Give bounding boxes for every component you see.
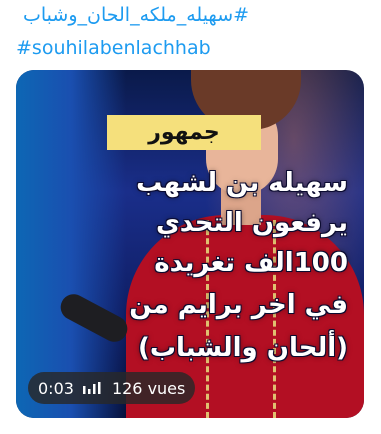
caption-line-4: في اخر برايم من	[129, 290, 348, 320]
video-time: 0:03	[38, 378, 74, 398]
hashtag-souhilabenlachhab[interactable]: #souhilabenlachhab	[16, 37, 211, 59]
caption-line-2: يرفعون التحدي	[155, 208, 348, 238]
caption-line-3: 100الف تغريدة	[154, 248, 348, 278]
video-player[interactable]: جمهور سهيله بن لشهب يرفعون التحدي 100الف…	[16, 70, 364, 418]
audio-wave-icon[interactable]	[82, 380, 104, 396]
caption-line-5: (ألحان والشباب)	[138, 333, 348, 363]
video-controls[interactable]: 0:03 126 vues	[28, 372, 196, 404]
view-count: 126 vues	[111, 378, 186, 398]
overlay-label: جمهور	[107, 115, 261, 150]
hashtag-arabic[interactable]: #سهيله_ملكه_الحان_وشباب	[23, 4, 249, 26]
caption-line-1: سهيله بن لشهب	[136, 168, 348, 198]
